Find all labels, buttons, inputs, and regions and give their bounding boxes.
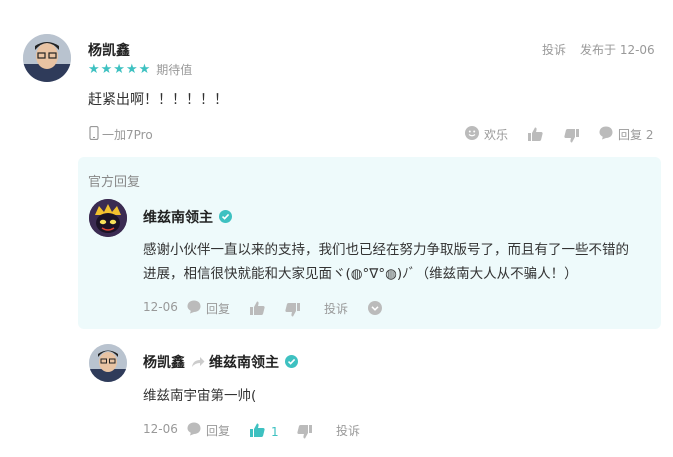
official-reply-date: 12-06 xyxy=(143,300,178,314)
reply-label: 回复 xyxy=(206,302,231,316)
phone-icon xyxy=(89,125,99,143)
reply-label: 回复 xyxy=(206,424,231,438)
official-report-link[interactable]: 投诉 xyxy=(324,300,348,317)
subreply-author-row: 杨凯鑫 维兹南领主 xyxy=(143,352,298,372)
like-count: 1 xyxy=(271,424,279,439)
subreply-report-link[interactable]: 投诉 xyxy=(336,422,360,439)
official-reply-action[interactable]: 回复 xyxy=(187,300,230,317)
reply-action[interactable]: 回复 2 xyxy=(599,126,653,143)
comment-bubble-icon xyxy=(187,422,201,439)
thumbs-up-icon[interactable] xyxy=(528,126,543,145)
thumbs-down-icon[interactable] xyxy=(285,302,300,321)
chevron-down-icon[interactable] xyxy=(368,300,382,319)
subreply-avatar[interactable] xyxy=(89,344,127,382)
avatar[interactable] xyxy=(23,34,71,82)
rating: ★★★★★ 期待值 xyxy=(88,61,192,78)
device-name: 一加7Pro xyxy=(102,128,153,142)
thumbs-up-icon xyxy=(250,422,265,441)
subreply-author[interactable]: 杨凯鑫 xyxy=(143,352,185,372)
star-rating: ★★★★★ xyxy=(88,62,152,77)
subreply-text: 维兹南宇宙第一帅( xyxy=(143,388,257,404)
verified-icon xyxy=(285,353,298,372)
device-info: 一加7Pro xyxy=(89,125,153,143)
thumbs-up-icon[interactable] xyxy=(250,300,265,319)
official-reply-text-line2: 进展，相信很快就能和大家见面ヾ(◍°∇°◍)ﾉﾞ（维兹南大人从不骗人！） xyxy=(143,266,578,282)
subreply-reply-action[interactable]: 回复 xyxy=(187,422,230,439)
subreply-target[interactable]: 维兹南领主 xyxy=(209,352,279,372)
rating-label: 期待值 xyxy=(156,63,193,77)
smile-icon xyxy=(465,126,479,143)
reply-count-label: 回复 2 xyxy=(618,128,654,142)
official-author-row: 维兹南领主 xyxy=(143,207,232,227)
happy-label: 欢乐 xyxy=(484,128,509,142)
thumbs-down-icon[interactable] xyxy=(564,128,579,147)
reply-arrow-icon xyxy=(191,353,205,372)
official-avatar[interactable] xyxy=(89,199,127,237)
publish-date: 发布于 12-06 xyxy=(580,43,655,57)
official-reply-text-line1: 感谢小伙伴一直以来的支持，我们也已经在努力争取版号了，而且有了一些不错的 xyxy=(143,242,629,258)
official-reply-title: 官方回复 xyxy=(88,175,141,190)
comment-author[interactable]: 杨凯鑫 xyxy=(88,40,130,60)
official-author[interactable]: 维兹南领主 xyxy=(143,207,213,227)
verified-icon xyxy=(219,208,232,227)
comment-bubble-icon xyxy=(599,126,613,143)
thumbs-down-icon[interactable] xyxy=(297,424,312,443)
report-link[interactable]: 投诉 xyxy=(542,41,566,58)
subreply-like-action[interactable]: 1 xyxy=(250,422,279,441)
comment-text: 赶紧出啊！！！！！！ xyxy=(88,92,228,108)
subreply-date: 12-06 xyxy=(143,422,178,436)
happy-action[interactable]: 欢乐 xyxy=(465,126,508,143)
comment-bubble-icon xyxy=(187,300,201,317)
